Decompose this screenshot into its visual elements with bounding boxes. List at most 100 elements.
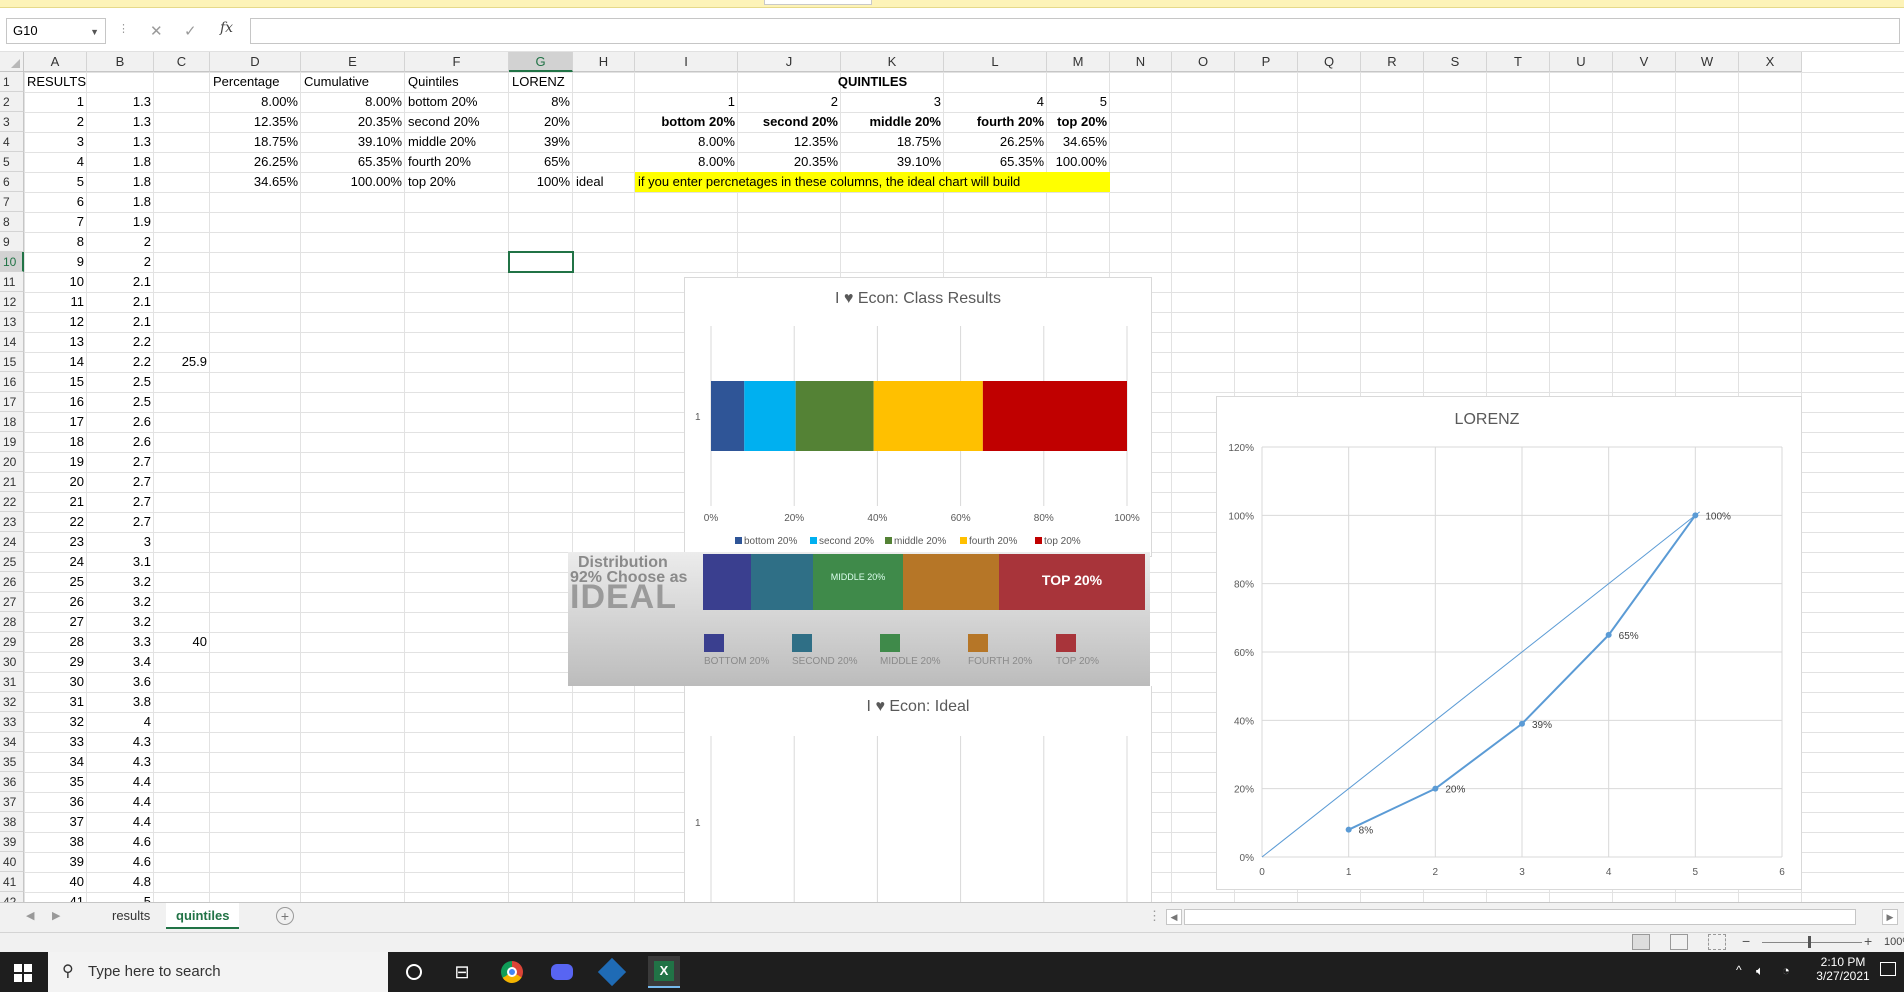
cell-a[interactable]: 8 bbox=[24, 232, 87, 252]
scroll-left-icon[interactable]: ◀ bbox=[26, 909, 34, 922]
cell-c[interactable]: 40 bbox=[154, 632, 210, 652]
cell-b[interactable]: 2.6 bbox=[87, 412, 154, 432]
quintile-name-cell[interactable]: second 20% bbox=[405, 112, 509, 132]
chrome-icon[interactable] bbox=[500, 960, 524, 984]
bar-segment[interactable] bbox=[873, 381, 983, 451]
bar-segment[interactable] bbox=[795, 381, 874, 451]
row-header-2[interactable]: 2 bbox=[0, 92, 24, 112]
quintile-pct[interactable]: 12.35% bbox=[738, 132, 841, 152]
cell-a[interactable]: 19 bbox=[24, 452, 87, 472]
bar-segment[interactable] bbox=[982, 381, 1127, 451]
bar-segment[interactable] bbox=[711, 381, 745, 451]
zoom-level[interactable]: 100% bbox=[1884, 936, 1904, 948]
cell-b[interactable]: 2.5 bbox=[87, 392, 154, 412]
cell-b[interactable]: 2 bbox=[87, 252, 154, 272]
row-header-34[interactable]: 34 bbox=[0, 732, 24, 752]
quintile-pct[interactable]: 8.00% bbox=[635, 132, 738, 152]
cell-b[interactable]: 3.3 bbox=[87, 632, 154, 652]
column-header-j[interactable]: J bbox=[738, 52, 841, 72]
quintile-name[interactable]: middle 20% bbox=[841, 112, 944, 132]
row-header-5[interactable]: 5 bbox=[0, 152, 24, 172]
cell-b[interactable]: 2.2 bbox=[87, 332, 154, 352]
cell-b[interactable]: 3.2 bbox=[87, 592, 154, 612]
percentage-cell[interactable]: 18.75% bbox=[210, 132, 301, 152]
column-header-q[interactable]: Q bbox=[1298, 52, 1361, 72]
row-header-42[interactable]: 42 bbox=[0, 892, 24, 902]
page-break-icon[interactable] bbox=[1708, 934, 1726, 950]
cell-b[interactable]: 3.4 bbox=[87, 652, 154, 672]
app-icon[interactable] bbox=[597, 957, 627, 987]
quintile-cumulative[interactable]: 8.00% bbox=[635, 152, 738, 172]
data-point[interactable] bbox=[1432, 785, 1439, 792]
row-header-7[interactable]: 7 bbox=[0, 192, 24, 212]
cell-b[interactable]: 2.5 bbox=[87, 372, 154, 392]
row-header-38[interactable]: 38 bbox=[0, 812, 24, 832]
ideal-cell[interactable]: ideal bbox=[573, 172, 635, 192]
quintile-cumulative[interactable]: 39.10% bbox=[841, 152, 944, 172]
row-header-13[interactable]: 13 bbox=[0, 312, 24, 332]
cell-b[interactable]: 4.6 bbox=[87, 832, 154, 852]
column-header-c[interactable]: C bbox=[154, 52, 210, 72]
cell-a[interactable]: 20 bbox=[24, 472, 87, 492]
header-percentage[interactable]: Percentage bbox=[210, 72, 301, 92]
cell-b[interactable]: 4 bbox=[87, 712, 154, 732]
row-header-39[interactable]: 39 bbox=[0, 832, 24, 852]
row-header-28[interactable]: 28 bbox=[0, 612, 24, 632]
cell-b[interactable]: 1.3 bbox=[87, 92, 154, 112]
cell-a[interactable]: 15 bbox=[24, 372, 87, 392]
row-header-17[interactable]: 17 bbox=[0, 392, 24, 412]
quintile-name-cell[interactable]: middle 20% bbox=[405, 132, 509, 152]
cell-b[interactable]: 2.1 bbox=[87, 312, 154, 332]
select-all-button[interactable] bbox=[0, 52, 24, 72]
cell-a[interactable]: 28 bbox=[24, 632, 87, 652]
cell-b[interactable]: 4.6 bbox=[87, 852, 154, 872]
cell-a[interactable]: 36 bbox=[24, 792, 87, 812]
row-header-1[interactable]: 1 bbox=[0, 72, 24, 92]
quintile-name-cell[interactable]: fourth 20% bbox=[405, 152, 509, 172]
cell-b[interactable]: 4.4 bbox=[87, 772, 154, 792]
data-point[interactable] bbox=[1605, 631, 1612, 638]
cell-a[interactable]: 29 bbox=[24, 652, 87, 672]
volume-icon[interactable]: 🔈︎ bbox=[1756, 963, 1764, 979]
cell-a[interactable]: 33 bbox=[24, 732, 87, 752]
column-header-a[interactable]: A bbox=[24, 52, 87, 72]
percentage-cell[interactable]: 34.65% bbox=[210, 172, 301, 192]
cell-b[interactable]: 3.8 bbox=[87, 692, 154, 712]
cell-a[interactable]: 35 bbox=[24, 772, 87, 792]
percentage-cell[interactable]: 26.25% bbox=[210, 152, 301, 172]
excel-icon[interactable]: X bbox=[648, 956, 680, 988]
lorenz-cell[interactable]: 100% bbox=[509, 172, 573, 192]
quintile-number[interactable]: 2 bbox=[738, 92, 841, 112]
cell-a[interactable]: 9 bbox=[24, 252, 87, 272]
lorenz-cell[interactable]: 39% bbox=[509, 132, 573, 152]
column-header-g[interactable]: G bbox=[509, 52, 573, 72]
cell-b[interactable]: 1.3 bbox=[87, 112, 154, 132]
row-header-30[interactable]: 30 bbox=[0, 652, 24, 672]
cell-b[interactable]: 2.7 bbox=[87, 492, 154, 512]
cell-b[interactable]: 3.6 bbox=[87, 672, 154, 692]
cumulative-cell[interactable]: 8.00% bbox=[301, 92, 405, 112]
row-header-27[interactable]: 27 bbox=[0, 592, 24, 612]
column-header-x[interactable]: X bbox=[1739, 52, 1802, 72]
cell-a[interactable]: 10 bbox=[24, 272, 87, 292]
row-header-9[interactable]: 9 bbox=[0, 232, 24, 252]
cortana-icon[interactable] bbox=[402, 960, 426, 984]
column-header-p[interactable]: P bbox=[1235, 52, 1298, 72]
row-header-15[interactable]: 15 bbox=[0, 352, 24, 372]
cell-a[interactable]: 2 bbox=[24, 112, 87, 132]
formula-input[interactable] bbox=[250, 18, 1900, 44]
quintile-cumulative[interactable]: 20.35% bbox=[738, 152, 841, 172]
insert-function-icon[interactable]: fx bbox=[220, 20, 233, 36]
cell-a[interactable]: 40 bbox=[24, 872, 87, 892]
row-header-19[interactable]: 19 bbox=[0, 432, 24, 452]
data-point[interactable] bbox=[1345, 826, 1352, 833]
cell-a[interactable]: 23 bbox=[24, 532, 87, 552]
normal-view-icon[interactable] bbox=[1632, 934, 1650, 950]
row-header-6[interactable]: 6 bbox=[0, 172, 24, 192]
cell-b[interactable]: 4.8 bbox=[87, 872, 154, 892]
cell-a[interactable]: 17 bbox=[24, 412, 87, 432]
cell-a[interactable]: 30 bbox=[24, 672, 87, 692]
cell-a[interactable]: 11 bbox=[24, 292, 87, 312]
cell-b[interactable]: 1.9 bbox=[87, 212, 154, 232]
cell-a[interactable]: 21 bbox=[24, 492, 87, 512]
